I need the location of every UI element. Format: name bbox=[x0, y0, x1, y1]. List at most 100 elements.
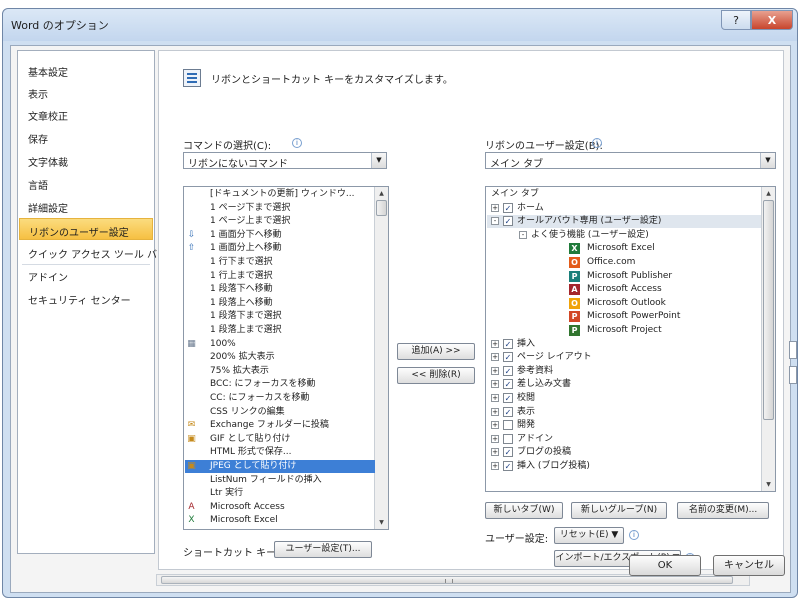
list-item[interactable]: 1 段落下まで選択 bbox=[185, 310, 375, 323]
tab-checkbox[interactable]: ✓ bbox=[503, 447, 513, 458]
nav-item[interactable]: 保存 bbox=[19, 126, 153, 148]
nav-item[interactable]: 文字体裁 bbox=[19, 149, 153, 171]
expand-icon[interactable]: + bbox=[491, 380, 499, 389]
tree-item[interactable]: P Microsoft PowerPoint bbox=[487, 310, 761, 323]
commands-list[interactable]: ▲ ▼ [ドキュメントの更新] ウィンドウ... 1 ページ下まで選択 1 ページ上… bbox=[183, 186, 389, 530]
tree-item[interactable]: - よく使う機能 (ユーザー設定) bbox=[487, 229, 761, 242]
horizontal-scroll-thumb[interactable] bbox=[161, 576, 733, 584]
collapse-icon[interactable]: - bbox=[519, 230, 527, 239]
nav-item[interactable]: 表示 bbox=[19, 81, 153, 103]
close-button[interactable]: X bbox=[751, 10, 793, 30]
add-button[interactable]: 追加(A) >> bbox=[397, 343, 475, 360]
rename-button[interactable]: 名前の変更(M)... bbox=[677, 502, 769, 519]
expand-icon[interactable]: + bbox=[491, 394, 499, 402]
expand-icon[interactable]: + bbox=[491, 434, 499, 443]
list-item[interactable]: 1 段落上まで選択 bbox=[185, 324, 375, 337]
move-down-button[interactable] bbox=[789, 366, 797, 384]
list-item[interactable]: Ltr 実行 bbox=[185, 487, 375, 500]
scroll-up-icon[interactable]: ▲ bbox=[763, 188, 774, 199]
tab-checkbox[interactable]: ✓ bbox=[503, 352, 513, 363]
nav-item[interactable]: 基本設定 bbox=[19, 59, 153, 81]
list-item[interactable]: 1 段落上へ移動 bbox=[185, 297, 375, 310]
remove-button[interactable]: << 削除(R) bbox=[397, 367, 475, 384]
tree-item[interactable]: X Microsoft Excel bbox=[487, 242, 761, 255]
ribbon-select[interactable]: メイン タブ ▼ bbox=[485, 152, 776, 170]
commands-scrollbar[interactable]: ▲ ▼ bbox=[374, 187, 388, 529]
customize-shortcut-button[interactable]: ユーザー設定(T)... bbox=[274, 541, 372, 558]
tree-item[interactable]: + ✓ ブログの投稿 bbox=[487, 446, 761, 459]
new-tab-button[interactable]: 新しいタブ(W) bbox=[485, 502, 563, 519]
list-item[interactable]: 1 行下まで選択 bbox=[185, 256, 375, 269]
help-button[interactable]: ? bbox=[721, 10, 751, 30]
new-group-button[interactable]: 新しいグループ(N) bbox=[571, 502, 667, 519]
list-item[interactable]: HTML 形式で保存... bbox=[185, 446, 375, 459]
tree-item[interactable]: + ✓ 表示 bbox=[487, 406, 761, 419]
nav-item[interactable]: リボンのユーザー設定 bbox=[19, 218, 153, 240]
tree-item[interactable]: P Microsoft Project bbox=[487, 324, 761, 337]
list-item[interactable]: X Microsoft Excel bbox=[185, 514, 375, 527]
ok-button[interactable]: OK bbox=[629, 555, 701, 576]
tree-item[interactable]: + アドイン bbox=[487, 433, 761, 446]
tab-checkbox[interactable]: ✓ bbox=[503, 202, 513, 213]
list-item[interactable]: ⇧ 1 画面分上へ移動 bbox=[185, 242, 375, 255]
scroll-down-icon[interactable]: ▼ bbox=[376, 517, 387, 528]
list-item[interactable]: ▣ JPEG として貼り付け bbox=[185, 460, 375, 473]
expand-icon[interactable]: + bbox=[491, 203, 499, 212]
tree-item[interactable]: + ✓ ページ レイアウト bbox=[487, 351, 761, 364]
tab-checkbox[interactable]: ✓ bbox=[503, 461, 513, 471]
ribbon-tree[interactable]: ▲ ▼ メイン タブ + ✓ ホーム - ✓ オールアバウト専用 (ユーザー設定) - よく使う… bbox=[485, 186, 776, 492]
expand-icon[interactable]: + bbox=[491, 421, 499, 430]
list-item[interactable]: CC: にフォーカスを移動 bbox=[185, 392, 375, 405]
tab-checkbox[interactable] bbox=[503, 433, 513, 444]
list-item[interactable]: BCC: にフォーカスを移動 bbox=[185, 378, 375, 391]
expand-icon[interactable]: + bbox=[491, 462, 499, 470]
list-item[interactable]: 1 ページ上まで選択 bbox=[185, 215, 375, 228]
list-item[interactable]: A Microsoft Access bbox=[185, 501, 375, 514]
nav-item[interactable]: クイック アクセス ツール バー bbox=[19, 241, 167, 263]
list-item[interactable]: ▦ 100% bbox=[185, 338, 375, 351]
scroll-thumb[interactable] bbox=[763, 200, 774, 420]
tab-checkbox[interactable]: ✓ bbox=[503, 393, 513, 403]
tab-checkbox[interactable]: ✓ bbox=[503, 406, 513, 417]
tree-item[interactable]: + ✓ 校閲 bbox=[487, 392, 761, 405]
nav-item[interactable]: アドイン bbox=[19, 264, 153, 286]
scroll-thumb[interactable] bbox=[376, 200, 387, 216]
tree-item[interactable]: + 開発 bbox=[487, 419, 761, 432]
tree-item[interactable]: + ✓ 挿入 bbox=[487, 338, 761, 351]
ribbon-scrollbar[interactable]: ▲ ▼ bbox=[761, 187, 775, 491]
tree-item[interactable]: P Microsoft Publisher bbox=[487, 270, 761, 283]
expand-icon[interactable]: + bbox=[491, 366, 499, 375]
tab-checkbox[interactable]: ✓ bbox=[503, 379, 513, 390]
expand-icon[interactable]: + bbox=[491, 407, 499, 416]
move-up-button[interactable] bbox=[789, 341, 797, 359]
collapse-icon[interactable]: - bbox=[491, 217, 499, 226]
scroll-up-icon[interactable]: ▲ bbox=[376, 188, 387, 199]
expand-icon[interactable]: + bbox=[491, 448, 499, 457]
tree-item[interactable]: + ✓ 差し込み文書 bbox=[487, 378, 761, 391]
list-item[interactable]: ⇩ 1 画面分下へ移動 bbox=[185, 229, 375, 242]
tree-item[interactable]: A Microsoft Access bbox=[487, 283, 761, 296]
tab-checkbox[interactable] bbox=[503, 420, 513, 431]
list-item[interactable]: ▣ GIF として貼り付け bbox=[185, 433, 375, 446]
tree-item[interactable]: + ✓ ホーム bbox=[487, 202, 761, 215]
reset-button[interactable]: リセット(E) ▼ bbox=[554, 527, 624, 544]
list-item[interactable]: ListNum フィールドの挿入 bbox=[185, 474, 375, 487]
nav-item[interactable]: 言語 bbox=[19, 172, 153, 194]
commands-select[interactable]: リボンにないコマンド ▼ bbox=[183, 152, 387, 170]
tab-checkbox[interactable]: ✓ bbox=[503, 365, 513, 376]
tree-item[interactable]: O Microsoft Outlook bbox=[487, 297, 761, 310]
list-item[interactable]: 75% 拡大表示 bbox=[185, 365, 375, 378]
tab-checkbox[interactable]: ✓ bbox=[503, 216, 513, 227]
tab-checkbox[interactable]: ✓ bbox=[503, 338, 513, 349]
list-item[interactable]: 1 ページ下まで選択 bbox=[185, 202, 375, 215]
cancel-button[interactable]: キャンセル bbox=[713, 555, 785, 576]
expand-icon[interactable]: + bbox=[491, 339, 499, 348]
expand-icon[interactable]: + bbox=[491, 353, 499, 362]
tree-item[interactable]: O Office.com bbox=[487, 256, 761, 269]
tree-item[interactable]: - ✓ オールアバウト専用 (ユーザー設定) bbox=[487, 215, 761, 229]
list-item[interactable]: [ドキュメントの更新] ウィンドウ... bbox=[185, 188, 375, 201]
list-item[interactable]: ✉ Exchange フォルダーに投稿 bbox=[185, 419, 375, 432]
list-item[interactable]: 1 段落下へ移動 bbox=[185, 283, 375, 296]
nav-item[interactable]: 文章校正 bbox=[19, 103, 153, 125]
nav-item[interactable]: 詳細設定 bbox=[19, 195, 153, 217]
